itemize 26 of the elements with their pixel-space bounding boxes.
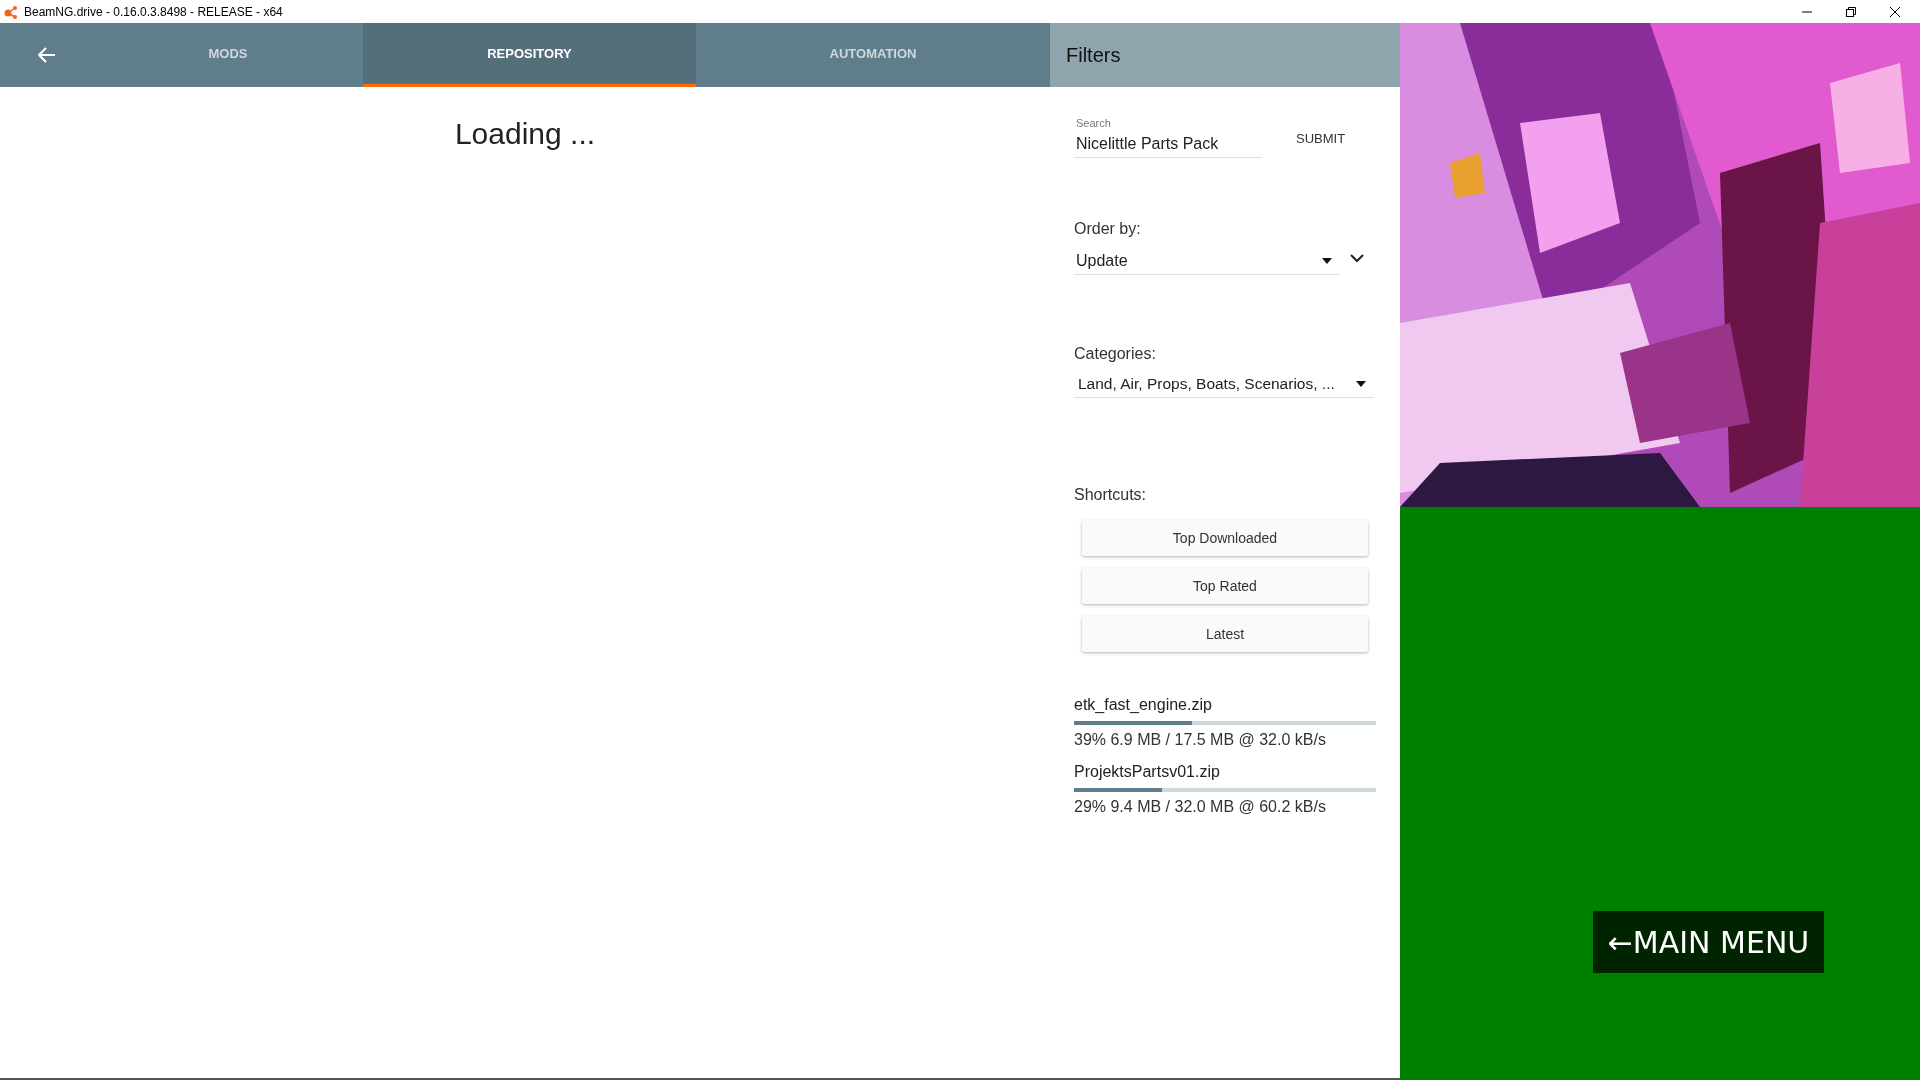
download-progress-text: 39% 6.9 MB / 17.5 MB @ 32.0 kB/s — [1074, 731, 1327, 749]
restore-icon[interactable] — [1846, 6, 1856, 17]
shortcut-button[interactable]: Latest — [1082, 616, 1368, 652]
filters-header: Filters — [1050, 23, 1400, 87]
tab[interactable]: REPOSITORY — [363, 23, 696, 87]
categories-dropdown[interactable]: Land, Air, Props, Boats, Scenarios, ... — [1074, 373, 1374, 398]
order-dropdown[interactable]: Update — [1074, 250, 1340, 275]
app-logo-icon — [4, 4, 18, 19]
submit-button[interactable]: SUBMIT — [1288, 127, 1354, 150]
main-menu-button[interactable]: ←MAIN MENU — [1593, 911, 1824, 973]
shortcut-button[interactable]: Top Downloaded — [1082, 520, 1368, 556]
chevron-down-icon[interactable] — [1350, 254, 1364, 263]
window-title: BeamNG.drive - 0.16.0.3.8498 - RELEASE - x64 — [24, 4, 283, 19]
categories-label: Categories: — [1074, 345, 1157, 363]
caret-icon[interactable] — [1356, 381, 1366, 387]
download-filename: ProjektsPartsv01.zip — [1074, 763, 1221, 781]
download-progress-text: 29% 9.4 MB / 32.0 MB @ 60.2 kB/s — [1074, 798, 1327, 816]
loading-text: Loading ... — [454, 117, 596, 152]
download-filename: etk_fast_engine.zip — [1074, 696, 1213, 714]
caret-icon[interactable] — [1322, 258, 1332, 264]
order-by-label: Order by: — [1074, 220, 1142, 238]
shortcut-button[interactable]: Top Rated — [1082, 568, 1368, 604]
shortcuts-label: Shortcuts: — [1074, 486, 1148, 504]
search-field[interactable]: Search Nicelittle Parts Pack — [1074, 117, 1262, 158]
close-icon[interactable] — [1890, 6, 1900, 17]
back-arrow-icon[interactable] — [37, 47, 56, 63]
